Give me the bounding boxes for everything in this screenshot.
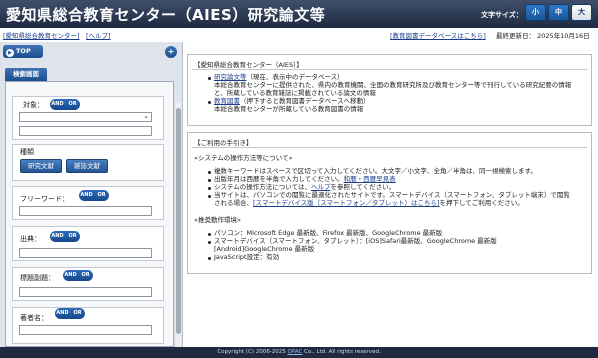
scrollbar-thumb[interactable] [176,108,181,334]
arrow-icon: ▶ [6,49,14,57]
author-input[interactable] [19,325,152,335]
or-option[interactable]: OR [94,190,109,201]
font-size-label: 文字サイズ： [481,11,523,19]
divider [192,147,587,148]
bullet [208,257,211,260]
guide-title: 【ご利用の手引き】 [194,139,253,147]
author-and-or-toggle[interactable]: AND OR [55,308,85,319]
type-field-group: 種類 研究文献 雑誌文献 [12,144,164,181]
title-field-group: 標題副題： AND OR [12,267,164,301]
title-input[interactable] [19,287,152,297]
footer: Copyright (C) 2006-2025 OPAC Co., Ltd. A… [0,347,598,358]
era-conversion-link[interactable]: 和暦・西暦早見表 [344,175,396,183]
freeword-label: フリーワード： [20,195,69,203]
bullet [208,179,211,182]
font-size-medium-button[interactable]: 中 [548,4,569,21]
guide-card: 【ご利用の手引き】 «システムの操作方法等について» 複数キーワードはスペースで… [187,132,592,274]
font-size-large-button[interactable]: 大 [571,4,592,21]
opac-link[interactable]: OPAC [288,349,303,355]
about-title: 【愛知県総合教育センター（AIES）】 [194,61,303,69]
source-and-or-toggle[interactable]: AND OR [50,231,80,242]
chevron-down-icon: ⌄ [143,112,149,120]
title-label: 標題副題： [20,274,55,282]
help-inline-link[interactable]: ヘルプ [311,183,331,191]
freeword-field-group: フリーワード： AND OR [12,186,164,220]
target-select[interactable]: ⌄ [19,112,152,122]
system-heading: «システムの操作方法等について» [194,154,293,162]
tab-search[interactable]: 検索画面 [5,68,47,81]
smart-device-link[interactable]: [スマートデバイス版（スマートフォン／タブレット）はこちら] [253,199,440,207]
or-option[interactable]: OR [65,99,80,110]
or-option[interactable]: OR [70,308,85,319]
title-and-or-toggle[interactable]: AND OR [63,270,93,281]
and-option[interactable]: AND [50,99,65,110]
and-option[interactable]: AND [50,231,65,242]
and-option[interactable]: AND [63,270,78,281]
and-option[interactable]: AND [55,308,70,319]
plus-icon[interactable]: + [165,46,177,58]
top-button[interactable]: ▶ TOP [3,45,43,58]
library-db-link[interactable]: [教育図書データベースはこちら] [390,30,486,40]
target-label: 対象： [23,101,44,109]
copyright-tail: Co., Ltd. All rights reserved. [302,349,381,355]
env-heading: «推奨動作環境» [194,216,241,224]
help-link[interactable]: [ヘルプ] [86,30,111,40]
about-card: 【愛知県総合教育センター（AIES）】 研究論文等（現在、表示中のデータベース）… [187,54,592,126]
target-and-or-toggle[interactable]: AND OR [50,99,80,110]
type-label: 種類 [20,148,34,156]
library-books-link[interactable]: 教育図書 [214,97,240,105]
magazine-paper-button[interactable]: 雑誌文献 [66,159,108,173]
bullet [208,233,211,236]
divider [192,69,587,70]
font-size-small-button[interactable]: 小 [525,4,546,21]
source-field-group: 出典： AND OR [12,226,164,261]
research-paper-button[interactable]: 研究文献 [20,159,62,173]
research-papers-link[interactable]: 研究論文等 [214,73,247,81]
app-header: 愛知県総合教育センター（AIES）研究論文等 文字サイズ： 小 中 大 [0,0,598,28]
bullet [208,77,211,80]
freeword-and-or-toggle[interactable]: AND OR [79,190,109,201]
bullet [208,171,211,174]
env-item-3: JavaScript設定：有効 [214,253,280,261]
or-option[interactable]: OR [78,270,93,281]
source-label: 出典： [20,235,41,243]
link-bar: [愛知県総合教育センター] [ヘルプ] [教育図書データベースはこちら] 最終更… [0,28,598,40]
source-input[interactable] [19,248,152,258]
target-input[interactable] [19,126,152,136]
author-field-group: 著者名： AND OR [12,307,164,344]
system-item-4-cont: される場合、[スマートデバイス版（スマートフォン／タブレット）はこちら]を押下し… [214,199,524,207]
or-option[interactable]: OR [65,231,80,242]
and-option[interactable]: AND [79,190,94,201]
bullet [208,187,211,190]
target-field-group: 対象： AND OR ⌄ [12,96,164,140]
bullet [208,195,211,198]
last-updated: 最終更新日： 2025年10月16日 [496,32,590,40]
author-label: 著者名： [20,314,48,322]
bullet [208,241,211,244]
top-button-label: TOP [16,47,31,55]
bullet [208,101,211,104]
site-title: 愛知県総合教育センター（AIES）研究論文等 [6,6,326,24]
center-home-link[interactable]: [愛知県総合教育センター] [3,30,80,40]
about-item-2-desc: 本総合教育センターが所蔵している教育図書の情報 [214,105,364,113]
copyright-text: Copyright (C) 2006-2025 [217,349,288,355]
freeword-input[interactable] [19,206,152,216]
